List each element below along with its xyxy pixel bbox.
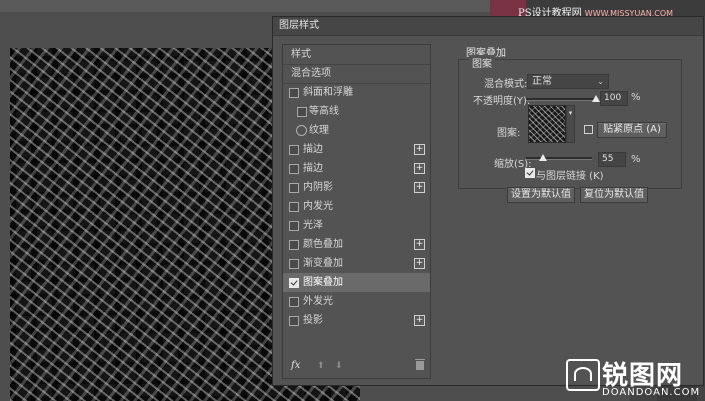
style-list-label: 样式 bbox=[291, 49, 311, 60]
add-effect-plus-icon[interactable]: + bbox=[414, 182, 425, 193]
ring-icon bbox=[296, 125, 307, 136]
style-list-label: 纹理 bbox=[309, 125, 329, 136]
style-list-item[interactable]: 外发光 bbox=[283, 292, 430, 311]
scale-unit: % bbox=[631, 154, 641, 165]
brand-logo-icon bbox=[566, 359, 600, 391]
style-list-label: 光泽 bbox=[303, 220, 323, 231]
scale-slider[interactable] bbox=[526, 157, 592, 160]
style-list-label: 描边 bbox=[303, 144, 323, 155]
style-list-item[interactable]: 描边 + bbox=[283, 140, 430, 159]
pattern-label: 图案: bbox=[497, 128, 521, 139]
style-list-item[interactable]: 样式 bbox=[283, 45, 430, 65]
style-list-label: 投影 bbox=[303, 315, 323, 326]
style-list-label: 内发光 bbox=[303, 201, 333, 212]
style-list-item[interactable]: 渐变叠加 + bbox=[283, 254, 430, 273]
style-checkbox[interactable] bbox=[289, 297, 299, 307]
scale-input[interactable]: 55 bbox=[598, 152, 626, 167]
move-up-icon[interactable]: ⬆ bbox=[317, 361, 325, 371]
style-list-item[interactable]: 描边 + bbox=[283, 159, 430, 178]
style-list-item[interactable]: 投影 + bbox=[283, 311, 430, 330]
style-list-label: 图案叠加 bbox=[303, 277, 343, 288]
pattern-swatch[interactable] bbox=[528, 105, 566, 143]
style-checkbox[interactable] bbox=[289, 88, 299, 98]
style-list-item[interactable]: 纹理 bbox=[283, 121, 430, 140]
blend-mode-label: 混合模式: bbox=[484, 79, 528, 90]
move-down-icon[interactable]: ⬇ bbox=[335, 361, 343, 371]
fx-button[interactable]: fx bbox=[291, 360, 300, 371]
style-checkbox[interactable] bbox=[289, 183, 299, 193]
opacity-label: 不透明度(Y): bbox=[473, 96, 531, 107]
style-list-item[interactable]: 内阴影 + bbox=[283, 178, 430, 197]
snap-to-origin-button[interactable]: 贴紧原点 (A) bbox=[597, 122, 667, 138]
dialog-title[interactable]: 图层样式 bbox=[273, 17, 703, 36]
style-list-item[interactable]: 颜色叠加 + bbox=[283, 235, 430, 254]
opacity-input[interactable]: 100 bbox=[600, 91, 628, 106]
style-checkbox[interactable] bbox=[289, 145, 299, 155]
reset-default-button[interactable]: 复位为默认值 bbox=[580, 187, 648, 203]
style-list-label: 斜面和浮雕 bbox=[303, 87, 353, 98]
style-list-label: 内阴影 bbox=[303, 182, 333, 193]
pattern-picker-arrow[interactable]: ▾ bbox=[566, 105, 575, 143]
trash-icon[interactable] bbox=[415, 359, 425, 370]
opacity-slider-thumb[interactable] bbox=[592, 95, 600, 102]
style-list-item[interactable]: 内发光 bbox=[283, 197, 430, 216]
opacity-slider[interactable] bbox=[526, 98, 596, 101]
add-effect-plus-icon[interactable]: + bbox=[414, 163, 425, 174]
brand-watermark: 锐图网 DOANDOAN.COM bbox=[566, 355, 705, 401]
style-checkbox[interactable] bbox=[289, 278, 299, 288]
style-list-item[interactable]: 混合选项 bbox=[283, 64, 430, 84]
group-title: 图案 bbox=[469, 55, 495, 70]
style-checkbox[interactable] bbox=[289, 164, 299, 174]
link-with-layer-checkbox[interactable] bbox=[525, 168, 535, 178]
style-list-label: 描边 bbox=[303, 163, 323, 174]
style-list-label: 混合选项 bbox=[291, 68, 331, 79]
add-effect-plus-icon[interactable]: + bbox=[414, 258, 425, 269]
style-list-item[interactable]: 等高线 bbox=[283, 102, 430, 121]
new-preset-icon[interactable] bbox=[584, 125, 593, 134]
scale-slider-thumb[interactable] bbox=[538, 154, 547, 161]
style-checkbox[interactable] bbox=[289, 221, 299, 231]
link-with-layer-label: 与图层链接 (K) bbox=[536, 171, 604, 182]
add-effect-plus-icon[interactable]: + bbox=[414, 315, 425, 326]
blend-mode-value: 正常 bbox=[532, 76, 552, 87]
style-list-label: 颜色叠加 bbox=[303, 239, 343, 250]
style-checkbox[interactable] bbox=[289, 240, 299, 250]
brand-url: DOANDOAN.COM bbox=[602, 387, 701, 398]
style-checkbox[interactable] bbox=[289, 316, 299, 326]
style-list-item[interactable]: 图案叠加 bbox=[283, 273, 430, 292]
style-list-label: 渐变叠加 bbox=[303, 258, 343, 269]
style-checkbox[interactable] bbox=[289, 202, 299, 212]
style-checkbox[interactable] bbox=[289, 259, 299, 269]
styles-list-footer: fx ⬆ ⬇ bbox=[283, 356, 430, 378]
chevron-down-icon: ⌄ bbox=[597, 77, 604, 86]
style-checkbox[interactable] bbox=[297, 107, 307, 117]
style-list-item[interactable]: 斜面和浮雕 bbox=[283, 83, 430, 102]
make-default-button[interactable]: 设置为默认值 bbox=[507, 187, 575, 203]
style-list-label: 等高线 bbox=[309, 106, 339, 117]
styles-list: 样式 混合选项 斜面和浮雕 等高线 纹理 描边 + 描边 + 内阴影 + 内发光 光泽 颜色叠加 + 渐变叠加… bbox=[282, 44, 431, 379]
opacity-unit: % bbox=[631, 92, 641, 103]
style-list-item[interactable]: 光泽 bbox=[283, 216, 430, 235]
add-effect-plus-icon[interactable]: + bbox=[414, 144, 425, 155]
layer-style-dialog: 图层样式 样式混合选项斜面和浮雕等高线纹理描边 + 描边 + 内阴影 + 内发光光泽颜色叠加… bbox=[272, 16, 704, 386]
style-list-label: 外发光 bbox=[303, 296, 333, 307]
blend-mode-select[interactable]: 正常 ⌄ bbox=[527, 74, 609, 89]
add-effect-plus-icon[interactable]: + bbox=[414, 239, 425, 250]
